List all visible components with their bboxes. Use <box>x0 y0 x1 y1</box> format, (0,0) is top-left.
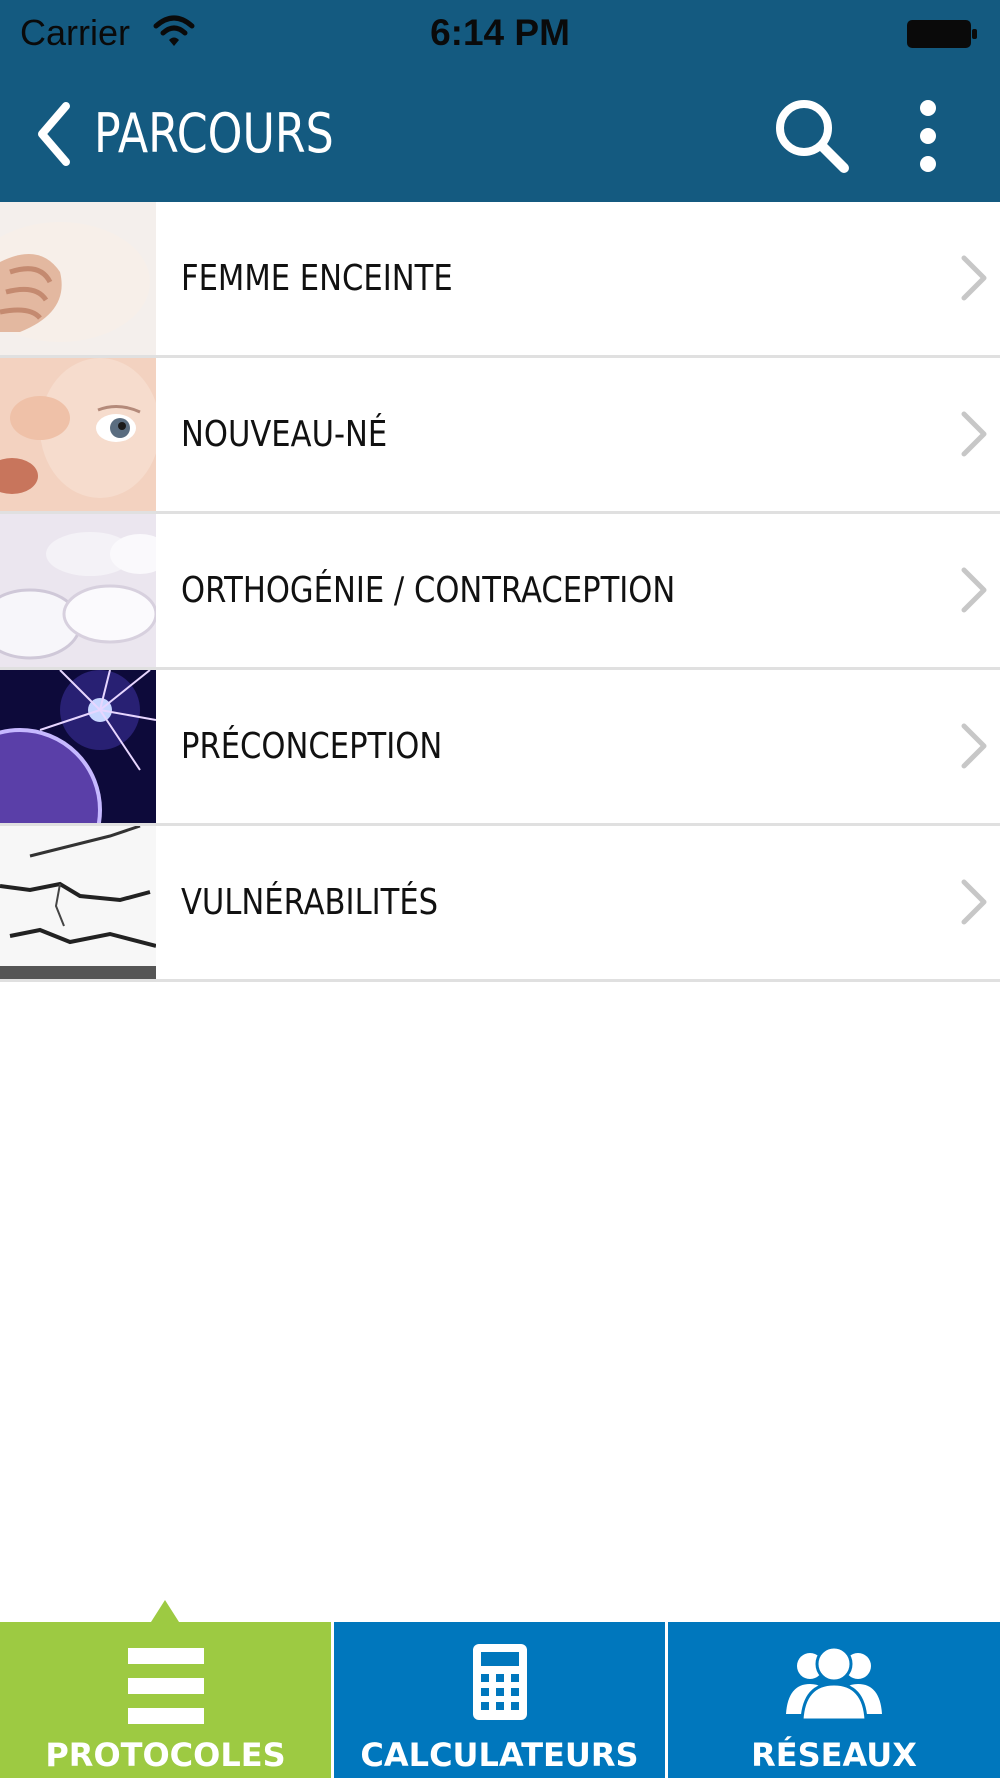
chevron-right-icon <box>961 567 987 613</box>
cracked-surface-thumbnail <box>0 826 156 979</box>
list-item-label: ORTHOGÉNIE / CONTRACEPTION <box>181 570 676 611</box>
list-item-label: NOUVEAU-NÉ <box>181 414 388 455</box>
hamburger-icon <box>127 1648 204 1724</box>
search-icon[interactable] <box>770 94 854 178</box>
list-item[interactable]: VULNÉRABILITÉS <box>0 826 1000 982</box>
tab-calculateurs[interactable]: CALCULATEURS <box>334 1622 665 1778</box>
battery-icon <box>907 20 977 48</box>
more-options-icon[interactable] <box>904 98 952 174</box>
list-item-label: PRÉCONCEPTION <box>181 726 443 767</box>
chevron-right-icon <box>961 411 987 457</box>
page-title: PARCOURS <box>94 102 334 165</box>
tab-bar: PROTOCOLES CALCULATEURS RÉSEAUX <box>0 1622 1000 1778</box>
back-chevron-icon[interactable] <box>32 98 80 170</box>
tab-reseaux[interactable]: RÉSEAUX <box>668 1622 1000 1778</box>
chevron-right-icon <box>961 879 987 925</box>
navigation-bar: PARCOURS <box>0 68 1000 202</box>
clock: 6:14 PM <box>430 12 570 53</box>
tab-label: RÉSEAUX <box>751 1736 917 1774</box>
newborn-thumbnail <box>0 358 156 511</box>
tab-label: CALCULATEURS <box>360 1736 639 1774</box>
tab-label: PROTOCOLES <box>45 1736 286 1774</box>
chevron-right-icon <box>961 255 987 301</box>
chevron-right-icon <box>961 723 987 769</box>
active-tab-indicator <box>151 1600 179 1622</box>
list-item[interactable]: PRÉCONCEPTION <box>0 670 1000 826</box>
status-bar: Carrier 6:14 PM <box>0 0 1000 68</box>
list-item[interactable]: NOUVEAU-NÉ <box>0 358 1000 514</box>
pregnant-belly-thumbnail <box>0 202 156 355</box>
calculator-icon <box>472 1644 527 1720</box>
sperm-egg-thumbnail <box>0 670 156 823</box>
parcours-list: FEMME ENCEINTE NOUVEAU-NÉ ORTHOGÉNIE / C… <box>0 202 1000 982</box>
people-icon <box>786 1645 882 1720</box>
list-item-label: FEMME ENCEINTE <box>181 258 453 299</box>
list-item-label: VULNÉRABILITÉS <box>181 882 439 923</box>
pills-thumbnail <box>0 514 156 667</box>
list-item[interactable]: FEMME ENCEINTE <box>0 202 1000 358</box>
list-item[interactable]: ORTHOGÉNIE / CONTRACEPTION <box>0 514 1000 670</box>
tab-protocoles[interactable]: PROTOCOLES <box>0 1622 331 1778</box>
